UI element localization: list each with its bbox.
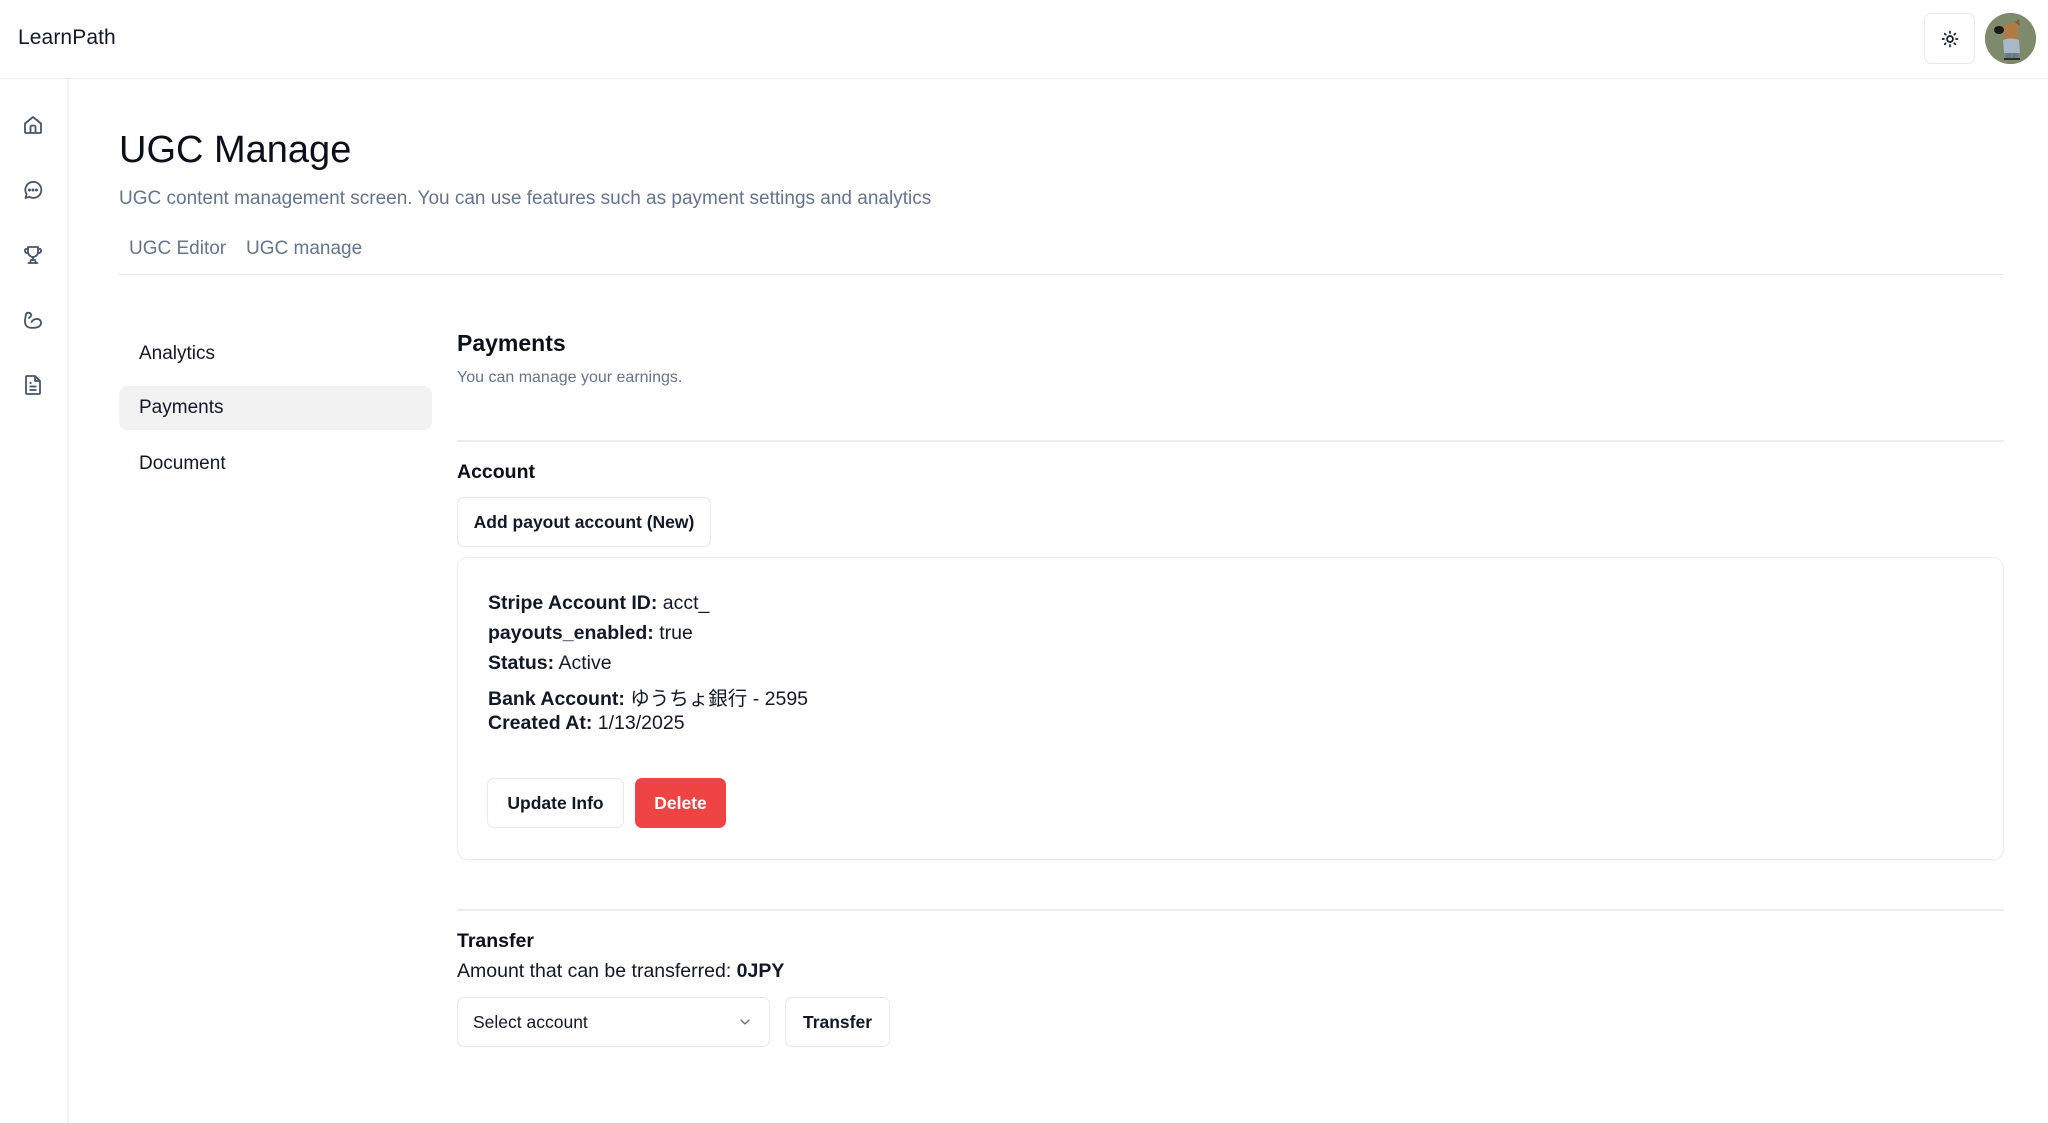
payments-title: Payments: [457, 330, 566, 356]
home-icon: [24, 116, 42, 134]
account-select[interactable]: Select account: [457, 997, 770, 1047]
tab-bar: UGC Editor UGC manage: [119, 236, 2004, 275]
created-at-value: 1/13/2025: [597, 712, 685, 734]
section-divider: [457, 440, 2004, 442]
theme-toggle-button[interactable]: [1924, 13, 1975, 64]
delete-button[interactable]: Delete: [635, 778, 726, 828]
app-logo[interactable]: LearnPath: [18, 26, 116, 50]
stripe-account-id-field: Stripe Account ID: acct_: [488, 592, 710, 614]
sidebar-item-chat[interactable]: [20, 177, 46, 203]
trophy-icon: [24, 246, 42, 264]
document-icon: [25, 375, 41, 395]
tab-ugc-manage[interactable]: UGC manage: [246, 238, 362, 260]
page-title: UGC Manage: [119, 129, 352, 171]
page-subtitle: UGC content management screen. You can u…: [119, 188, 932, 209]
status-field: Status: Active: [488, 652, 612, 674]
add-payout-account-button[interactable]: Add payout account (New): [457, 497, 711, 547]
bank-account-value: ゆうちょ銀行 - 2595: [630, 688, 809, 710]
payouts-enabled-field: payouts_enabled: true: [488, 622, 693, 644]
created-at-field: Created At: 1/13/2025: [488, 712, 685, 734]
sun-icon: [1941, 30, 1958, 47]
transfer-button[interactable]: Transfer: [785, 997, 890, 1047]
transfer-divider: [457, 909, 2004, 911]
dog-character-avatar-icon: [1985, 13, 2036, 64]
left-sidebar: [0, 79, 69, 1123]
chevron-down-icon: [740, 1019, 750, 1025]
bank-account-field: Bank Account: ゆうちょ銀行 - 2595: [488, 688, 809, 710]
transfer-heading: Transfer: [457, 930, 534, 952]
transferable-amount: Amount that can be transferred: 0JPY: [457, 960, 785, 982]
sidebar-item-trophy[interactable]: [20, 242, 46, 268]
sidebar-item-document[interactable]: [20, 372, 46, 398]
flexed-bicep-icon: [24, 311, 42, 329]
avatar[interactable]: [1985, 13, 2036, 64]
top-header: LearnPath: [0, 0, 2048, 79]
status-value: Active: [558, 652, 612, 674]
stripe-account-id-value: acct_: [662, 592, 710, 614]
update-info-button[interactable]: Update Info: [487, 778, 624, 828]
sidebar-item-training[interactable]: [20, 307, 46, 333]
tab-ugc-editor[interactable]: UGC Editor: [129, 238, 226, 260]
sidebar-item-home[interactable]: [20, 112, 46, 138]
payouts-enabled-value: true: [659, 622, 693, 644]
account-select-value: Select account: [473, 1011, 588, 1032]
chat-bubble-icon: [24, 181, 43, 199]
payments-subtitle: You can manage your earnings.: [457, 369, 683, 386]
account-heading: Account: [457, 461, 535, 483]
transferable-amount-value: 0JPY: [736, 960, 785, 982]
subnav-item-analytics[interactable]: Analytics: [119, 332, 432, 376]
subnav-item-document[interactable]: Document: [119, 442, 432, 486]
subnav-item-payments[interactable]: Payments: [119, 386, 432, 430]
account-card: Stripe Account ID: acct_ payouts_enabled…: [457, 557, 2004, 860]
